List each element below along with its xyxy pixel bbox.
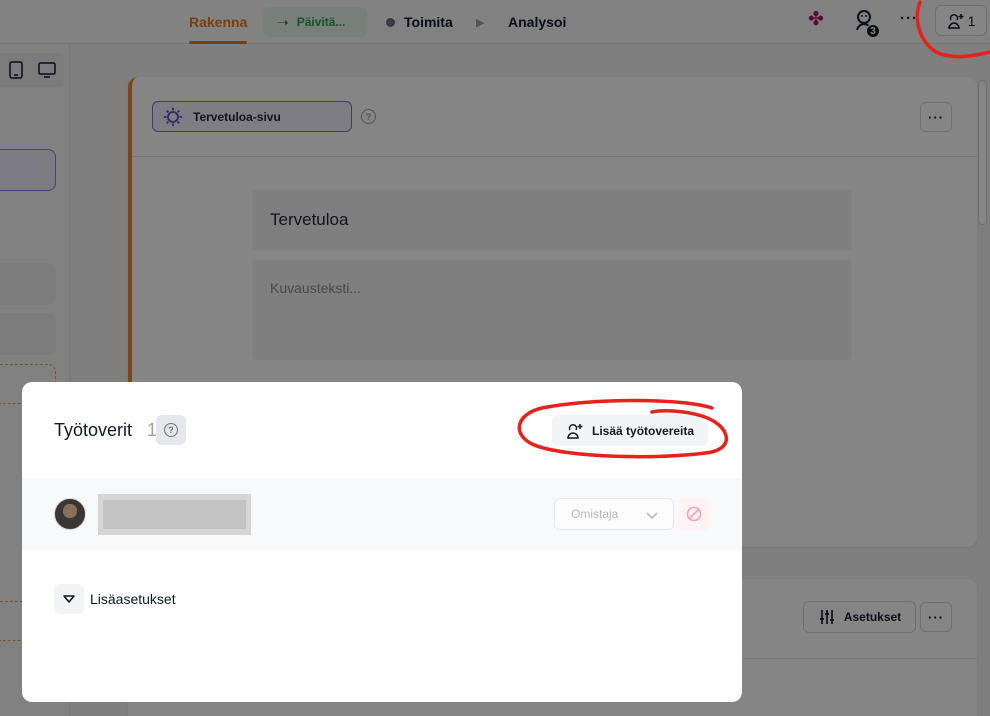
role-select[interactable]: Omistaja [554,498,674,530]
collaborators-modal: Työtoverit 1 ? Lisää työtovereita Omista… [22,382,742,702]
more-settings-toggle[interactable]: Lisäasetukset [54,584,176,614]
prohibited-icon [686,506,702,522]
avatar [54,498,86,530]
collaborator-row: Omistaja [22,478,742,550]
help-button[interactable]: ? [156,415,186,445]
chevron-down-icon [646,512,658,520]
modal-title: Työtoverit [54,420,133,440]
add-collaborators-button[interactable]: Lisää työtovereita [552,415,708,446]
add-collaborator-icon [567,423,583,439]
redacted-name [98,494,251,535]
remove-collaborator-button[interactable] [678,498,710,530]
chevron-down-icon [54,584,84,614]
help-icon: ? [164,423,178,437]
